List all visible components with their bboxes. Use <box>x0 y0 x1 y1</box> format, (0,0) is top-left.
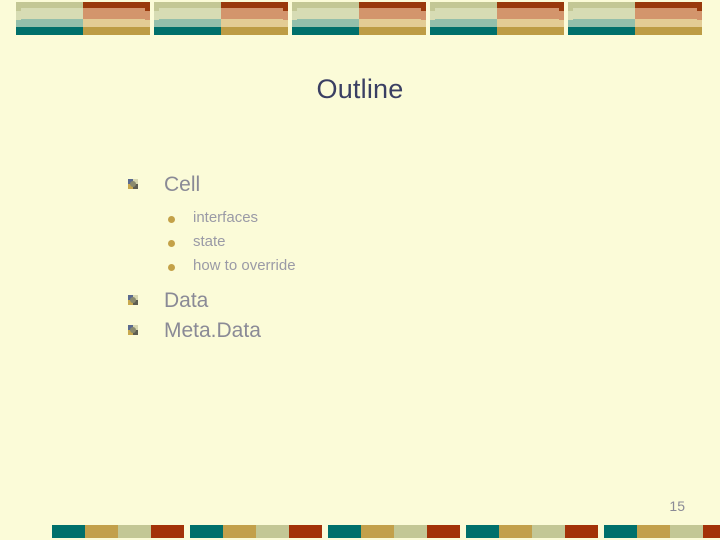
top-decor-block-left <box>568 2 635 35</box>
top-decor-block-right <box>635 2 702 35</box>
outline-item-level1[interactable]: Data <box>128 288 688 316</box>
top-decor-block <box>430 2 564 35</box>
top-decor-block <box>154 2 288 35</box>
outline-item-label: Data <box>164 289 209 312</box>
top-decor-block-right <box>221 2 288 35</box>
outline-sublist: interfaces state how to override <box>128 208 688 279</box>
pinwheel-bullet-icon <box>128 325 139 336</box>
outline-item-level2[interactable]: state <box>168 232 688 255</box>
bottom-decor-group <box>52 525 186 538</box>
bottom-decor-group <box>190 525 324 538</box>
outline-item-level2[interactable]: how to override <box>168 256 688 279</box>
top-decor-block-left <box>16 2 83 35</box>
top-decor-block-right <box>83 2 150 35</box>
top-decor-block-right <box>497 2 564 35</box>
outline-item-label: Cell <box>164 173 201 196</box>
outline-item-level2[interactable]: interfaces <box>168 208 688 231</box>
outline-list: Cell interfaces state how to override Da… <box>128 172 688 348</box>
top-decor-block <box>16 2 150 35</box>
bottom-decorative-strip <box>0 525 720 539</box>
top-decor-block-left <box>292 2 359 35</box>
dot-bullet-icon <box>168 216 175 223</box>
top-decor-block-left <box>430 2 497 35</box>
top-decor-block-left <box>154 2 221 35</box>
top-decorative-strip <box>0 0 720 40</box>
dot-bullet-icon <box>168 240 175 247</box>
top-decor-block <box>568 2 702 35</box>
bottom-decor-group <box>604 525 720 538</box>
pinwheel-bullet-icon <box>128 295 139 306</box>
outline-item-level1[interactable]: Meta.Data <box>128 318 688 346</box>
outline-item-label: interfaces <box>193 209 259 226</box>
outline-item-level1[interactable]: Cell <box>128 172 688 200</box>
slide-title: Outline <box>316 74 404 104</box>
dot-bullet-icon <box>168 264 175 271</box>
top-decor-block-right <box>359 2 426 35</box>
outline-item-label: how to override <box>193 257 296 274</box>
top-decor-block <box>292 2 426 35</box>
outline-item-label: state <box>193 233 226 250</box>
pinwheel-bullet-icon <box>128 179 139 190</box>
bottom-decor-group <box>328 525 462 538</box>
page-number: 15 <box>669 498 685 514</box>
bottom-decor-group <box>466 525 600 538</box>
outline-item-label: Meta.Data <box>164 319 261 342</box>
